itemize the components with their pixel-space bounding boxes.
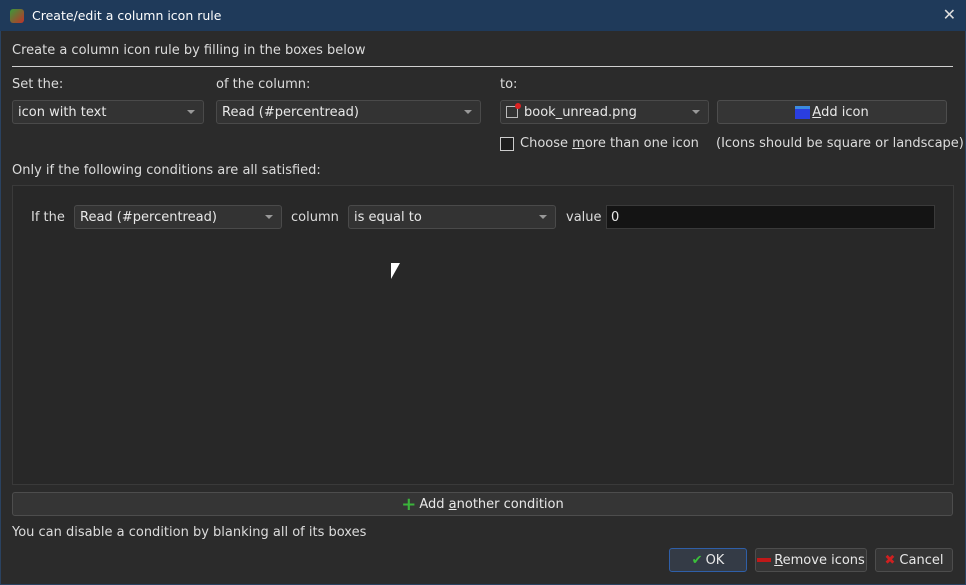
checkmark-icon: ✔ [691,552,703,568]
to-label: to: [500,77,518,92]
cancel-button[interactable]: ✖ Cancel [875,548,953,572]
of-the-column-label: of the column: [216,77,311,92]
divider [12,66,953,67]
plus-icon: + [401,493,417,515]
set-the-value: icon with text [18,104,107,120]
chevron-down-icon [265,215,273,219]
chevron-down-icon [692,110,700,114]
remove-icons-button[interactable]: Remove icons [755,548,867,572]
icon-value: book_unread.png [524,104,637,120]
minus-icon [757,558,772,562]
add-icon-button[interactable]: Add icon [717,100,947,124]
chevron-down-icon [187,110,195,114]
set-the-select[interactable]: icon with text [12,100,204,124]
mnemonic: A [812,104,822,120]
icon-select[interactable]: book_unread.png [500,100,709,124]
x-icon: ✖ [884,552,896,568]
book-unread-icon [506,103,521,118]
operator-value: is equal to [354,209,422,225]
icons-hint: (Icons should be square or landscape) [716,136,964,151]
window-title: Create/edit a column icon rule [32,8,222,23]
add-condition-label: Add another condition [419,496,564,512]
operator-select[interactable]: is equal to [348,205,556,229]
cancel-label: Cancel [899,552,944,568]
checkbox[interactable] [500,136,514,151]
if-the-label: If the [31,210,65,225]
value-label: value [566,210,602,225]
mouse-cursor [391,263,400,279]
ok-label: OK [705,552,725,568]
conditions-panel [12,185,954,485]
disable-hint: You can disable a condition by blanking … [12,525,367,540]
add-condition-button[interactable]: + Add another condition [12,492,953,516]
column-value: Read (#percentread) [222,104,359,120]
add-icon-label: dd icon [821,104,869,120]
condition-column-value: Read (#percentread) [80,209,217,225]
intro-text: Create a column icon rule by filling in … [12,43,366,58]
folder-icon [795,105,811,119]
close-icon[interactable]: ✕ [943,5,956,24]
condition-column-select[interactable]: Read (#percentread) [74,205,282,229]
chevron-down-icon [539,215,547,219]
value-input[interactable]: 0 [606,205,935,229]
ok-button[interactable]: ✔ OK [669,548,747,572]
title-bar: Create/edit a column icon rule ✕ [0,0,966,31]
conditions-label: Only if the following conditions are all… [12,163,321,178]
choose-more-label: Choose more than one icon [520,136,699,151]
column-label: column [291,210,339,225]
set-the-label: Set the: [12,77,64,92]
remove-icons-label: Remove icons [774,552,865,568]
chevron-down-icon [464,110,472,114]
app-icon [10,8,24,23]
choose-more-checkbox[interactable]: Choose more than one icon [500,136,699,151]
column-select[interactable]: Read (#percentread) [216,100,481,124]
